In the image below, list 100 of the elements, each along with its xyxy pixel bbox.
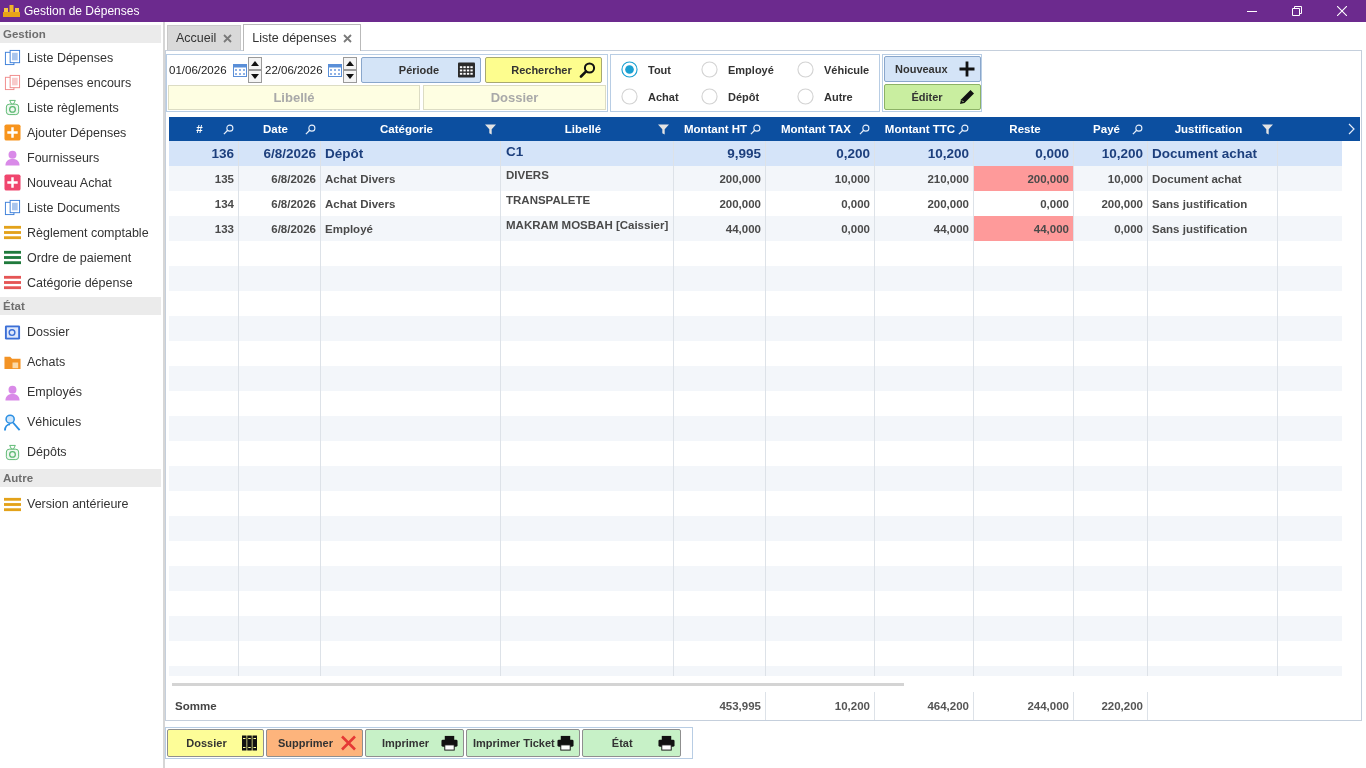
dossier-field[interactable]: Dossier (423, 85, 606, 110)
sidebar-item[interactable]: Ajouter Dépenses (0, 120, 163, 145)
radio-icon[interactable] (797, 88, 814, 105)
radio-option[interactable]: Dépôt (701, 83, 797, 110)
caret-up-icon[interactable] (248, 56, 262, 70)
sidebar-item[interactable]: Catégorie dépense (0, 270, 163, 295)
printer-icon (556, 735, 574, 751)
column-header[interactable]: # (176, 123, 223, 135)
person-icon (4, 149, 21, 166)
sidebar-item[interactable]: Liste Documents (0, 195, 163, 220)
period-button[interactable]: Période (361, 56, 481, 83)
sidebar-item[interactable]: Nouveau Achat (0, 170, 163, 195)
radio-option[interactable]: Véhicule (797, 56, 879, 83)
table-cell: 200,000 (974, 166, 1074, 191)
sidebar-item[interactable]: Dépôts (0, 437, 163, 467)
column-header[interactable]: Montant TAX (773, 123, 859, 135)
sidebar-item[interactable]: Version antérieure (0, 489, 163, 519)
radio-icon[interactable] (621, 88, 638, 105)
tab[interactable]: Liste dépenses (243, 24, 362, 51)
person-icon (4, 383, 21, 401)
sidebar-item[interactable]: Règlement comptable (0, 220, 163, 245)
sidebar-item[interactable]: Fournisseurs (0, 145, 163, 170)
caret-down-icon[interactable] (343, 69, 357, 83)
radio-option[interactable]: Autre (797, 83, 879, 110)
column-header[interactable]: Payé (1081, 123, 1132, 135)
money-bag-icon (4, 443, 21, 461)
radio-icon[interactable] (701, 88, 718, 105)
sidebar-item[interactable]: Achats (0, 347, 163, 377)
libelle-field[interactable]: Libellé (168, 85, 420, 110)
lines-icon (4, 224, 21, 241)
sidebar-item[interactable]: Ordre de paiement (0, 245, 163, 270)
search-icon[interactable] (223, 123, 234, 135)
sidebar-item[interactable]: Dossier (0, 317, 163, 347)
plus-icon (4, 124, 21, 141)
sidebar-item[interactable]: Véhicules (0, 407, 163, 437)
print-button[interactable]: Imprimer Ticket (466, 729, 580, 757)
column-header[interactable]: Justification (1155, 123, 1262, 135)
total-cell: 464,200 (875, 692, 974, 720)
new-button[interactable]: Nouveaux (884, 56, 981, 82)
books-icon (241, 735, 258, 751)
print-button[interactable]: Imprimer (365, 729, 464, 757)
search-icon (579, 61, 596, 78)
section-header: État (0, 297, 161, 315)
search-icon[interactable] (1132, 123, 1143, 135)
document-icon (4, 49, 21, 66)
table-row[interactable]: 136 6/8/2026 Dépôt C1 9,995 0,200 10,200 0,000 10,200 Document achat (169, 141, 1342, 166)
column-header[interactable]: Libellé (508, 123, 658, 135)
printer-icon (657, 735, 675, 751)
plus-icon (959, 61, 975, 77)
filter-icon[interactable] (485, 123, 496, 135)
radio-icon[interactable] (701, 61, 718, 78)
radio-icon[interactable] (797, 61, 814, 78)
search-icon[interactable] (958, 123, 969, 135)
close-icon[interactable] (343, 33, 353, 43)
search-icon[interactable] (859, 123, 870, 135)
column-header[interactable]: Reste (981, 123, 1069, 135)
app-icon (3, 5, 20, 17)
dossier-button[interactable]: Dossier (167, 729, 264, 757)
filter-icon[interactable] (1262, 123, 1273, 135)
radio-icon[interactable] (621, 61, 638, 78)
sidebar-item[interactable]: Employés (0, 377, 163, 407)
column-header[interactable]: Catégorie (328, 123, 485, 135)
column-header[interactable]: Montant HT (681, 123, 750, 135)
window-title: Gestion de Dépenses (24, 4, 140, 18)
column-header[interactable]: Date (246, 123, 305, 135)
cross-icon (340, 735, 357, 751)
table-cell: 44,000 (974, 216, 1074, 241)
person-search-icon (4, 413, 21, 431)
section-header: Gestion (0, 25, 161, 43)
print-button[interactable]: État (581, 729, 681, 757)
plus-icon (4, 174, 21, 191)
delete-button[interactable]: Supprimer (266, 729, 363, 757)
search-button[interactable]: Rechercher (485, 56, 602, 83)
radio-option[interactable]: Achat (621, 83, 701, 110)
search-icon[interactable] (750, 123, 761, 135)
table-row[interactable]: 135 6/8/2026 Achat Divers DIVERS 200,000 10,000 210,000 200,000 10,000 Document achat (169, 166, 1342, 191)
tab[interactable]: Accueil (167, 25, 242, 50)
totals-label: Somme (174, 699, 218, 714)
chevron-right-icon[interactable] (1347, 123, 1355, 135)
lines-icon (4, 249, 21, 266)
total-cell: 10,200 (766, 692, 875, 720)
scrollbar-thumb[interactable] (172, 683, 904, 686)
sidebar-item[interactable]: Liste règlements (0, 95, 163, 120)
restore-icon[interactable] (1292, 6, 1302, 16)
edit-button[interactable]: Éditer (884, 84, 981, 110)
radio-option[interactable]: Employé (701, 56, 797, 83)
caret-down-icon[interactable] (248, 69, 262, 83)
sidebar-item[interactable]: Liste Dépenses (0, 45, 163, 70)
pencil-icon (959, 89, 975, 105)
column-header[interactable]: Montant TTC (882, 123, 958, 135)
table-row[interactable]: 133 6/8/2026 Employé MAKRAM MOSBAH [Caissier] 44,000 0,000 44,000 44,000 0,000 Sans justification (169, 216, 1342, 241)
section-header: Autre (0, 469, 161, 487)
filter-icon[interactable] (658, 123, 669, 135)
caret-up-icon[interactable] (343, 56, 357, 70)
radio-option[interactable]: Tout (621, 56, 701, 83)
total-cell: 244,000 (974, 692, 1074, 720)
total-cell: 453,995 (674, 692, 766, 720)
printer-icon (441, 735, 458, 751)
search-icon[interactable] (305, 123, 316, 135)
sidebar-item[interactable]: Dépenses encours (0, 70, 163, 95)
